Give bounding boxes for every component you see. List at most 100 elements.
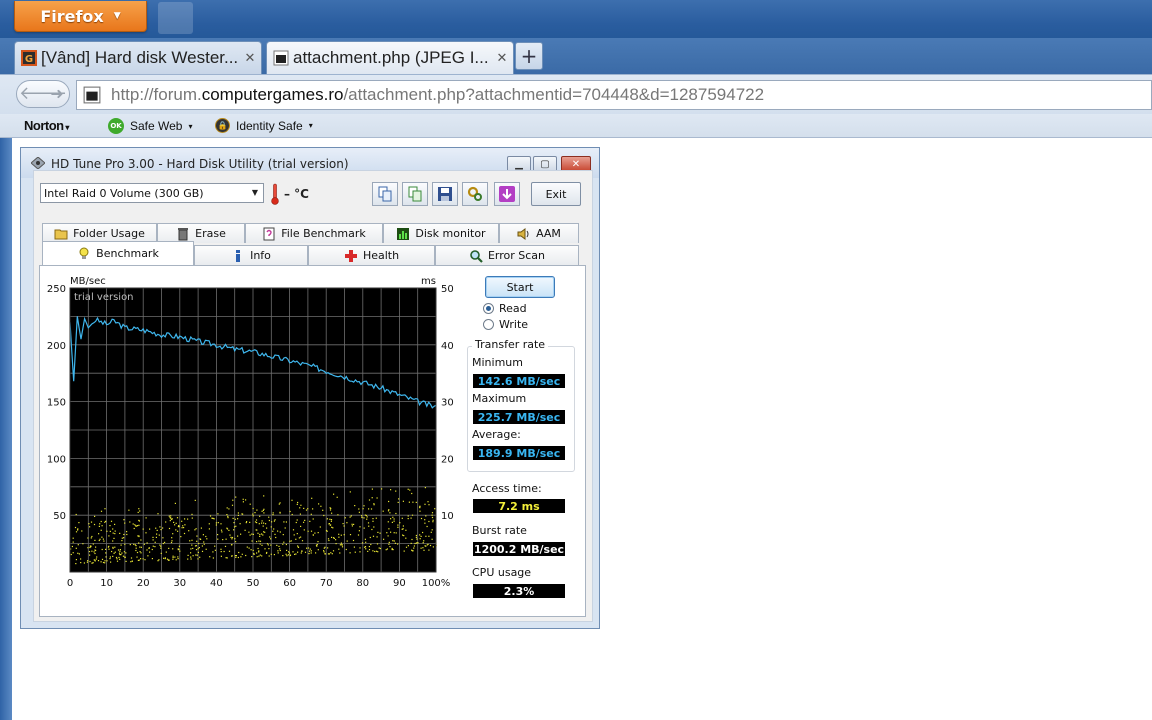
copy-info-button[interactable] — [372, 182, 398, 206]
access-time-point — [294, 553, 296, 555]
access-time-point — [240, 533, 242, 535]
access-time-point — [256, 509, 258, 511]
access-time-point — [231, 504, 234, 506]
tab-erase[interactable]: Erase — [157, 223, 245, 243]
tab-folder-usage[interactable]: Folder Usage — [42, 223, 157, 243]
forward-arrow-icon[interactable]: ➜ — [47, 82, 67, 106]
access-time-point — [112, 555, 114, 557]
norton-toolbar: Norton ▾ OK Safe Web ▾ 🔒 Identity Safe ▾ — [0, 114, 1152, 138]
new-tab-button[interactable]: + — [515, 42, 543, 70]
access-time-point — [307, 530, 309, 532]
tab-health[interactable]: Health — [308, 245, 435, 265]
url-bar[interactable]: http://forum.computergames.ro/attachment… — [76, 80, 1152, 110]
copy-data-button[interactable] — [402, 182, 428, 206]
close-icon[interactable]: ✕ — [493, 50, 511, 66]
access-time-point — [208, 523, 210, 525]
access-time-point — [376, 497, 378, 499]
access-time-point — [288, 552, 291, 554]
norton-menu[interactable]: Norton ▾ — [24, 118, 69, 133]
close-icon[interactable]: ✕ — [241, 50, 259, 66]
access-time-point — [123, 533, 125, 536]
access-time-point — [288, 551, 290, 553]
access-time-point — [303, 529, 305, 531]
access-time-point — [220, 551, 222, 553]
access-time-point — [120, 544, 122, 546]
access-time-point — [123, 537, 125, 539]
access-time-point — [226, 527, 228, 529]
tab-benchmark[interactable]: Benchmark — [42, 241, 194, 265]
access-time-point — [377, 551, 379, 553]
access-time-point — [235, 555, 237, 557]
access-time-point — [178, 545, 180, 547]
access-time-point — [336, 496, 338, 498]
access-time-point — [268, 519, 270, 522]
save-button[interactable] — [432, 182, 458, 206]
access-time-point — [371, 488, 373, 490]
options-button[interactable] — [462, 182, 488, 206]
magnifier-icon — [470, 249, 483, 263]
access-time-point — [363, 527, 365, 529]
start-button[interactable]: Start — [485, 276, 555, 298]
access-time-point — [340, 534, 342, 536]
back-forward-group: 🡐 ➜ — [16, 80, 70, 108]
x-tick-label: 60 — [283, 578, 296, 589]
access-time-point — [172, 558, 174, 560]
read-radio[interactable]: Read — [483, 302, 527, 315]
tab-error-scan[interactable]: Error Scan — [435, 245, 579, 265]
ok-badge-icon: OK — [108, 118, 124, 134]
access-time-point — [259, 535, 261, 537]
x-tick-label: 20 — [137, 578, 150, 589]
access-time-point — [126, 531, 128, 533]
access-time-point — [385, 549, 387, 551]
access-time-point — [268, 516, 270, 518]
access-time-point — [412, 550, 414, 552]
access-time-point — [327, 538, 330, 540]
write-radio[interactable]: Write — [483, 318, 528, 331]
access-time-point — [289, 554, 291, 557]
tab-forum[interactable]: G [Vând] Hard disk Wester... ✕ — [14, 41, 262, 74]
access-time-point — [371, 497, 373, 499]
firefox-menu-button[interactable]: Firefox ▼ — [14, 1, 147, 32]
back-arrow-icon[interactable]: 🡐 — [19, 82, 67, 106]
tab-info[interactable]: Info — [194, 245, 308, 265]
access-time-point — [103, 540, 105, 542]
access-time-point — [112, 532, 114, 534]
access-time-point — [245, 499, 247, 501]
access-time-point — [340, 542, 342, 544]
access-time-point — [136, 556, 138, 558]
exit-button[interactable]: Exit — [531, 182, 581, 206]
access-time-point — [235, 541, 237, 543]
access-time-point — [142, 558, 144, 560]
access-time-point — [329, 518, 331, 520]
access-time-point — [254, 521, 257, 523]
safe-web-menu[interactable]: OK Safe Web ▾ — [108, 118, 193, 134]
access-time-point — [390, 518, 392, 520]
access-time-point — [262, 525, 264, 527]
tab-disk-monitor[interactable]: Disk monitor — [383, 223, 499, 243]
tab-file-benchmark[interactable]: File Benchmark — [245, 223, 383, 243]
access-time-point — [287, 554, 289, 556]
access-time-point — [132, 523, 134, 525]
url-text[interactable]: http://forum.computergames.ro/attachment… — [111, 85, 764, 105]
access-time-point — [198, 547, 200, 549]
access-time-point — [182, 525, 184, 527]
access-time-point — [197, 551, 199, 553]
chevron-down-icon: ▾ — [308, 121, 313, 130]
tab-aam[interactable]: AAM — [499, 223, 579, 243]
tab-attachment[interactable]: attachment.php (JPEG I... ✕ — [266, 41, 514, 74]
access-time-point — [101, 536, 103, 538]
access-time-point — [387, 535, 389, 537]
drive-select[interactable]: Intel Raid 0 Volume (300 GB) ▼ — [40, 183, 264, 203]
access-time-point — [361, 515, 363, 517]
wrench-settings-icon — [467, 186, 482, 201]
download-button[interactable] — [494, 182, 520, 206]
desktop-edge — [0, 138, 12, 720]
access-time-point — [270, 553, 272, 555]
access-time-point — [424, 487, 426, 489]
access-time-point — [77, 544, 79, 546]
access-time-point — [261, 510, 263, 512]
access-time-point — [205, 548, 207, 550]
access-time-point — [92, 543, 94, 545]
identity-safe-menu[interactable]: 🔒 Identity Safe ▾ — [215, 118, 313, 133]
access-time-point — [351, 525, 353, 527]
